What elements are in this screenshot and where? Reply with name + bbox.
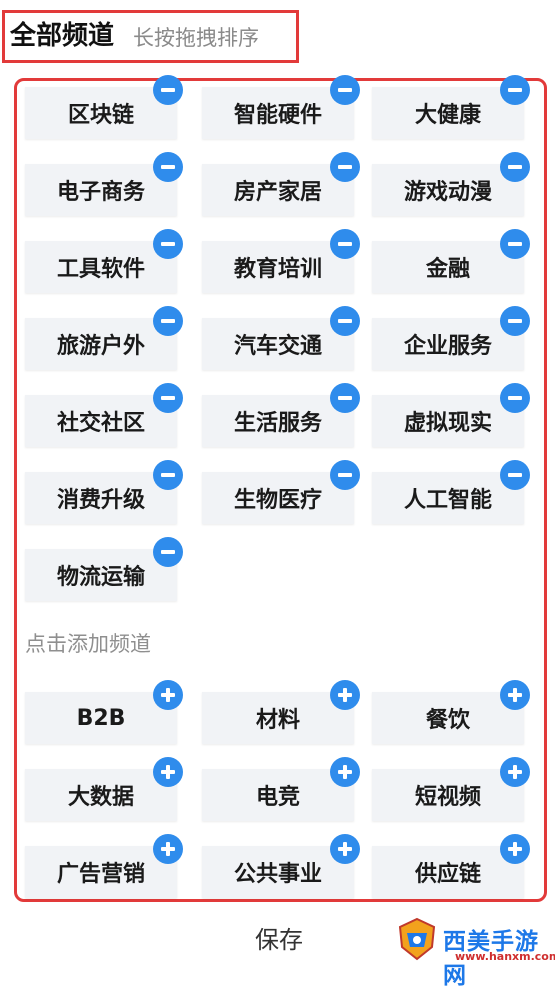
save-button[interactable]: 保存 xyxy=(220,920,338,960)
remove-channel-icon[interactable] xyxy=(330,229,360,259)
remove-channel-icon[interactable] xyxy=(330,152,360,182)
remove-channel-icon[interactable] xyxy=(153,537,183,567)
add-channel-icon[interactable] xyxy=(330,680,360,710)
add-channel-icon[interactable] xyxy=(500,834,530,864)
remove-channel-icon[interactable] xyxy=(153,306,183,336)
add-channel-icon[interactable] xyxy=(153,834,183,864)
sort-hint: 长按拖拽排序 xyxy=(133,26,259,50)
add-channel-section-label: 点击添加频道 xyxy=(25,632,151,656)
add-channel-icon[interactable] xyxy=(153,757,183,787)
add-channel-icon[interactable] xyxy=(330,834,360,864)
remove-channel-icon[interactable] xyxy=(500,152,530,182)
remove-channel-icon[interactable] xyxy=(153,229,183,259)
remove-channel-icon[interactable] xyxy=(153,460,183,490)
remove-channel-icon[interactable] xyxy=(330,460,360,490)
page-title: 全部频道 xyxy=(10,21,115,51)
remove-channel-icon[interactable] xyxy=(500,460,530,490)
remove-channel-icon[interactable] xyxy=(500,306,530,336)
remove-channel-icon[interactable] xyxy=(330,383,360,413)
remove-channel-icon[interactable] xyxy=(153,152,183,182)
remove-channel-icon[interactable] xyxy=(500,229,530,259)
remove-channel-icon[interactable] xyxy=(153,383,183,413)
add-channel-icon[interactable] xyxy=(153,680,183,710)
add-channel-icon[interactable] xyxy=(330,757,360,787)
remove-channel-icon[interactable] xyxy=(330,306,360,336)
remove-channel-icon[interactable] xyxy=(500,75,530,105)
remove-channel-icon[interactable] xyxy=(330,75,360,105)
remove-channel-icon[interactable] xyxy=(500,383,530,413)
watermark-logo xyxy=(398,917,436,961)
add-channel-icon[interactable] xyxy=(500,757,530,787)
remove-channel-icon[interactable] xyxy=(153,75,183,105)
watermark-url: www.hanxm.com xyxy=(455,950,555,963)
add-channel-icon[interactable] xyxy=(500,680,530,710)
